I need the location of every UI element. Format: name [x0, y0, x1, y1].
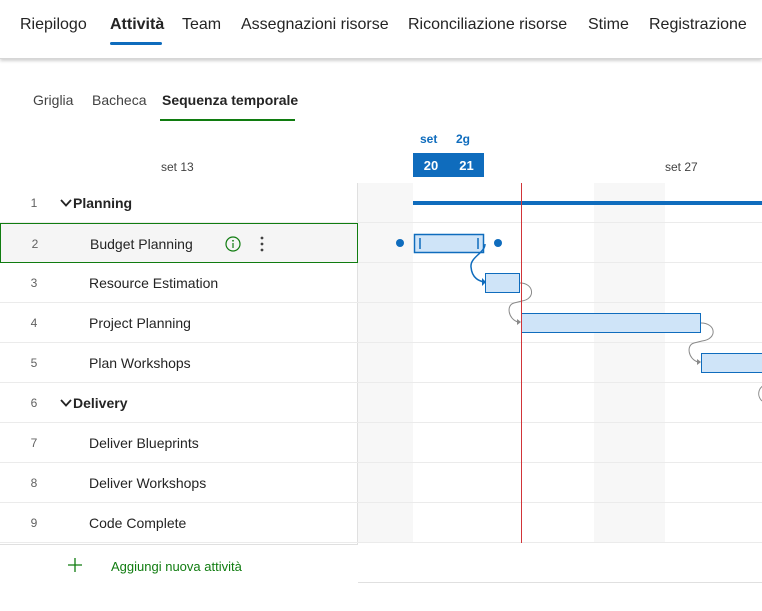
task-name: Project Planning [89, 315, 191, 331]
task-row[interactable]: 4 Project Planning [0, 303, 358, 343]
nav-tab-team[interactable]: Team [182, 16, 221, 34]
gantt-timeline [358, 183, 762, 583]
task-name: Planning [73, 195, 133, 211]
timeline-week-label: set 27 [665, 160, 698, 174]
view-tab-sequenza-temporale[interactable]: Sequenza temporale [162, 92, 298, 108]
add-task-row[interactable]: Aggiungi nuova attività [0, 544, 358, 584]
nav-tab-attivita[interactable]: Attività [110, 16, 164, 34]
timeline-week-label: set 13 [161, 160, 194, 174]
row-number: 1 [30, 196, 38, 210]
more-vertical-icon[interactable] [257, 235, 267, 253]
nav-tab-stime[interactable]: Stime [588, 16, 629, 34]
row-number: 6 [30, 396, 38, 410]
view-tab-active-indicator [160, 119, 295, 121]
task-bar-plan-workshops[interactable] [701, 353, 762, 373]
bar-link-handle[interactable] [494, 239, 502, 247]
plus-icon[interactable] [67, 557, 83, 573]
nav-tab-riepilogo[interactable]: Riepilogo [20, 16, 87, 34]
timeline-day-label: 21 [459, 157, 474, 173]
task-name: Code Complete [89, 515, 187, 531]
view-tab-griglia[interactable]: Griglia [33, 92, 73, 108]
timeline-duration-label: 2g [456, 132, 471, 146]
row-number: 7 [30, 436, 38, 450]
row-gridlines [358, 222, 762, 543]
task-row[interactable]: 9 Code Complete [0, 503, 358, 543]
task-row[interactable]: 7 Deliver Blueprints [0, 423, 358, 463]
task-row[interactable]: 8 Deliver Workshops [0, 463, 358, 503]
task-bar-resource-estimation[interactable] [485, 273, 520, 293]
task-bar-budget-planning[interactable] [413, 233, 485, 254]
view-tab-bacheca[interactable]: Bacheca [92, 92, 146, 108]
dependency-arrow [517, 319, 521, 325]
add-task-button[interactable]: Aggiungi nuova attività [111, 559, 242, 574]
dependency-arrow [697, 359, 701, 365]
task-name: Plan Workshops [89, 355, 191, 371]
timeline-month-label: set [420, 132, 438, 146]
task-name: Resource Estimation [89, 275, 219, 291]
timeline-day-highlight: 20 [413, 153, 449, 177]
row-number: 8 [30, 476, 38, 490]
row-number: 3 [30, 276, 38, 290]
task-name: Deliver Blueprints [89, 435, 199, 451]
task-grid: 1 Planning 2 Budget Planning 3 Resource … [0, 183, 358, 544]
task-bar-project-planning[interactable] [521, 313, 701, 333]
row-number: 4 [30, 316, 38, 330]
task-name: Delivery [73, 395, 128, 411]
timeline-day-label: 20 [423, 157, 439, 173]
weekend-shading [358, 183, 413, 543]
timeline-day-highlight: 21 [449, 153, 484, 177]
task-row[interactable]: 2 Budget Planning [0, 223, 358, 263]
task-row[interactable]: 5 Plan Workshops [0, 343, 358, 383]
task-name: Deliver Workshops [89, 475, 207, 491]
bar-resize-handle[interactable] [396, 239, 404, 247]
nav-tab-riconciliazione-risorse[interactable]: Riconciliazione risorse [408, 16, 567, 34]
chevron-down-icon[interactable] [60, 397, 72, 409]
row-number: 2 [31, 237, 39, 251]
weekend-shading [594, 183, 665, 543]
nav-tab-registrazione[interactable]: Registrazione [649, 16, 747, 34]
nav-active-indicator [110, 42, 162, 45]
info-icon[interactable] [225, 236, 241, 252]
chevron-down-icon[interactable] [60, 197, 72, 209]
nav-tab-assegnazioni-risorse[interactable]: Assegnazioni risorse [241, 16, 389, 34]
task-row-summary[interactable]: 6 Delivery [0, 383, 358, 423]
top-nav: Riepilogo Attività Team Assegnazioni ris… [0, 0, 762, 59]
row-number: 9 [30, 516, 38, 530]
task-name: Budget Planning [90, 236, 193, 252]
row-number: 5 [30, 356, 38, 370]
summary-bar-planning[interactable] [413, 201, 762, 205]
task-row-summary[interactable]: 1 Planning [0, 183, 358, 223]
task-row[interactable]: 3 Resource Estimation [0, 263, 358, 303]
